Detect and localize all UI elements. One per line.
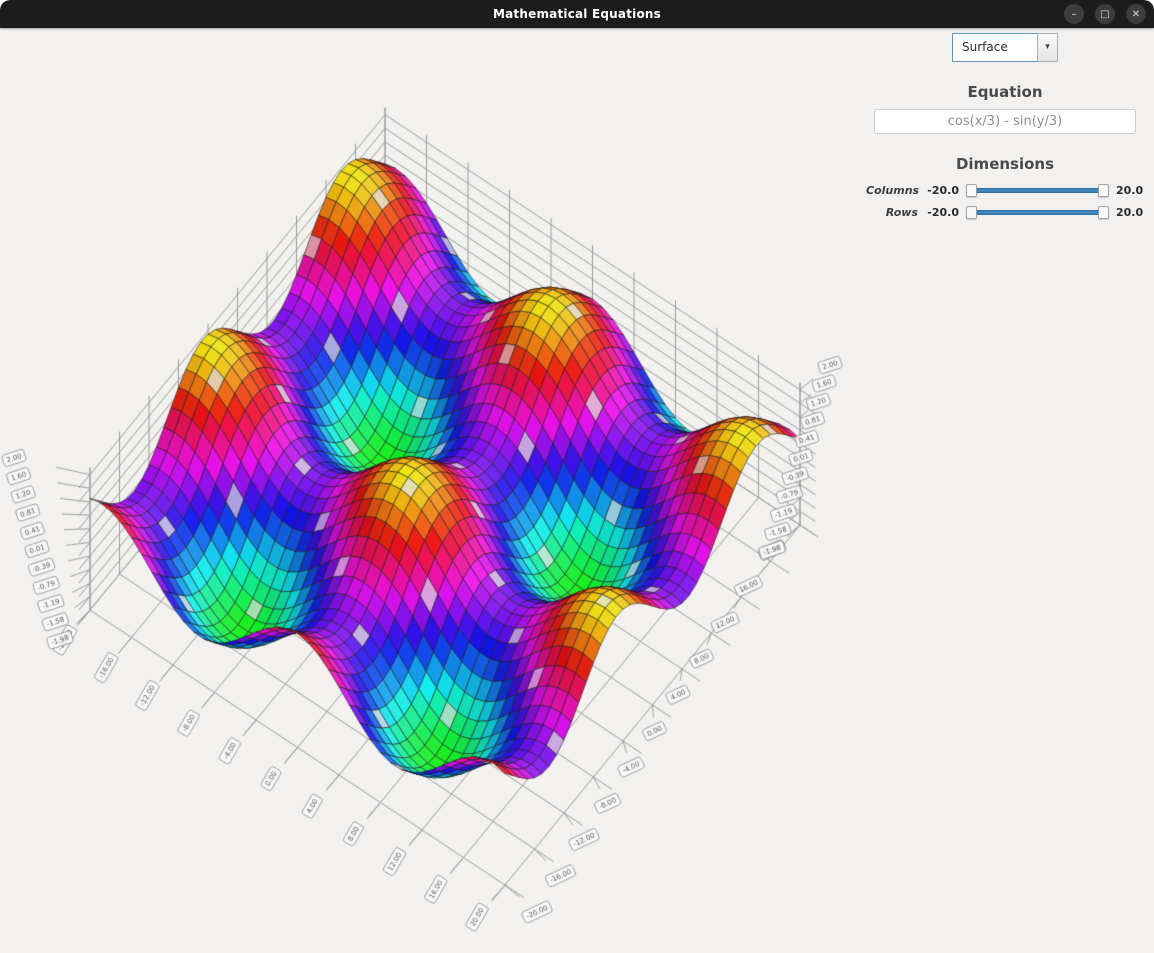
columns-slider-handle-min[interactable]: [966, 184, 977, 197]
columns-slider-handle-max[interactable]: [1098, 184, 1109, 197]
maximize-icon: □: [1100, 9, 1109, 20]
surface-plot-canvas[interactable]: [0, 28, 870, 953]
window-controls: – □ ✕: [1064, 4, 1146, 24]
columns-label: Columns: [866, 184, 918, 197]
surface-type-dropdown-button[interactable]: ▾: [1038, 33, 1058, 62]
rows-max-value: 20.0: [1116, 206, 1144, 219]
equation-heading: Equation: [866, 83, 1144, 101]
titlebar: Mathematical Equations – □ ✕: [0, 0, 1154, 28]
rows-slider-row: Rows -20.0 20.0: [866, 205, 1144, 219]
columns-range-slider[interactable]: [966, 188, 1109, 193]
columns-max-value: 20.0: [1116, 184, 1144, 197]
window-title: Mathematical Equations: [493, 7, 661, 21]
maximize-button[interactable]: □: [1095, 4, 1115, 24]
columns-min-value: -20.0: [925, 184, 959, 197]
close-icon: ✕: [1132, 9, 1140, 20]
close-button[interactable]: ✕: [1126, 4, 1146, 24]
rows-range-slider[interactable]: [966, 210, 1109, 215]
surface-type-value[interactable]: Surface: [952, 33, 1038, 62]
equation-input[interactable]: [874, 109, 1136, 134]
surface-type-select[interactable]: Surface ▾: [952, 33, 1058, 62]
minimize-icon: –: [1072, 9, 1077, 20]
minimize-button[interactable]: –: [1064, 4, 1084, 24]
app-window: Mathematical Equations – □ ✕ Surface ▾ E…: [0, 0, 1154, 953]
rows-min-value: -20.0: [925, 206, 959, 219]
chevron-down-icon: ▾: [1045, 43, 1050, 52]
rows-slider-handle-max[interactable]: [1098, 206, 1109, 219]
dimensions-heading: Dimensions: [866, 155, 1144, 173]
columns-slider-row: Columns -20.0 20.0: [866, 183, 1144, 197]
rows-slider-handle-min[interactable]: [966, 206, 977, 219]
control-panel: Surface ▾ Equation Dimensions Columns -2…: [866, 33, 1144, 219]
rows-label: Rows: [866, 206, 918, 219]
